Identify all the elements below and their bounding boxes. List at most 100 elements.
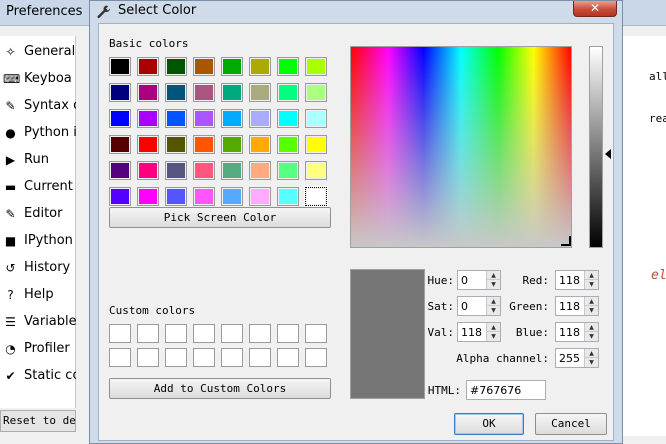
basic-color-swatch[interactable] — [305, 135, 327, 154]
custom-color-slot[interactable] — [277, 324, 299, 343]
sidebar-item-python-i[interactable]: ● Python i — [0, 121, 76, 145]
spin-up-icon[interactable]: ▲ — [585, 271, 598, 280]
basic-color-swatch[interactable] — [221, 83, 243, 102]
basic-color-swatch[interactable] — [109, 109, 131, 128]
basic-color-swatch[interactable] — [137, 57, 159, 76]
basic-color-swatch[interactable] — [193, 135, 215, 154]
basic-color-swatch[interactable] — [277, 187, 299, 206]
spin-down-icon[interactable]: ▼ — [487, 280, 500, 289]
custom-color-slot[interactable] — [137, 324, 159, 343]
hue-spinbox[interactable]: 0 ▲ ▼ — [457, 270, 501, 290]
custom-color-slot[interactable] — [277, 348, 299, 367]
custom-color-slot[interactable] — [193, 348, 215, 367]
basic-color-swatch[interactable] — [137, 187, 159, 206]
custom-color-slot[interactable] — [249, 324, 271, 343]
blue-spinbox[interactable]: 118 ▲ ▼ — [555, 322, 599, 342]
color-spectrum-picker[interactable] — [350, 46, 572, 248]
spectrum-crosshair[interactable] — [561, 236, 571, 246]
sidebar-item-current[interactable]: ▬ Current — [0, 175, 76, 199]
sidebar-item-keyboa[interactable]: ⌨ Keyboa — [0, 67, 76, 91]
basic-color-swatch[interactable] — [305, 83, 327, 102]
luminance-slider[interactable] — [589, 46, 603, 248]
sidebar-item-run[interactable]: ▶ Run — [0, 148, 76, 172]
spin-down-icon[interactable]: ▼ — [585, 358, 598, 367]
basic-color-swatch[interactable] — [305, 57, 327, 76]
basic-color-swatch[interactable] — [249, 109, 271, 128]
alpha-spinbox[interactable]: 255 ▲ ▼ — [555, 348, 599, 368]
basic-color-swatch[interactable] — [109, 187, 131, 206]
basic-color-swatch[interactable] — [165, 135, 187, 154]
spin-down-icon[interactable]: ▼ — [585, 332, 598, 341]
custom-color-slot[interactable] — [165, 324, 187, 343]
basic-color-swatch[interactable] — [249, 187, 271, 206]
spin-up-icon[interactable]: ▲ — [585, 323, 598, 332]
sidebar-item-syntax-c[interactable]: ✎ Syntax c — [0, 94, 76, 118]
basic-color-swatch[interactable] — [193, 161, 215, 180]
basic-color-swatch[interactable] — [165, 109, 187, 128]
basic-color-swatch[interactable] — [137, 135, 159, 154]
basic-color-swatch[interactable] — [221, 187, 243, 206]
custom-color-slot[interactable] — [221, 324, 243, 343]
reset-defaults-button[interactable]: Reset to def — [0, 410, 76, 432]
basic-color-swatch[interactable] — [249, 161, 271, 180]
basic-color-swatch[interactable] — [277, 161, 299, 180]
basic-color-swatch[interactable] — [277, 83, 299, 102]
green-spinbox[interactable]: 118 ▲ ▼ — [555, 296, 599, 316]
basic-color-swatch[interactable] — [109, 161, 131, 180]
custom-color-slot[interactable] — [109, 324, 131, 343]
custom-color-slot[interactable] — [305, 324, 327, 343]
basic-color-swatch[interactable] — [277, 109, 299, 128]
basic-color-swatch[interactable] — [193, 57, 215, 76]
basic-color-swatch[interactable] — [193, 83, 215, 102]
close-button[interactable]: ✕ — [573, 1, 617, 17]
sidebar-item-help[interactable]: ? Help — [0, 283, 76, 307]
basic-color-swatch[interactable] — [249, 135, 271, 154]
html-color-input[interactable]: #767676 — [466, 380, 546, 400]
basic-color-swatch[interactable] — [165, 187, 187, 206]
basic-color-swatch[interactable] — [109, 83, 131, 102]
basic-color-swatch[interactable] — [221, 109, 243, 128]
basic-color-swatch[interactable] — [249, 57, 271, 76]
basic-color-swatch[interactable] — [304, 186, 328, 207]
basic-color-swatch[interactable] — [165, 161, 187, 180]
sat-spinbox[interactable]: 0 ▲ ▼ — [457, 296, 501, 316]
basic-color-swatch[interactable] — [193, 109, 215, 128]
basic-color-swatch[interactable] — [305, 161, 327, 180]
sidebar-item-profiler[interactable]: ◔ Profiler — [0, 337, 76, 361]
basic-color-swatch[interactable] — [193, 187, 215, 206]
red-spinbox[interactable]: 118 ▲ ▼ — [555, 270, 599, 290]
custom-color-slot[interactable] — [193, 324, 215, 343]
basic-color-swatch[interactable] — [305, 109, 327, 128]
basic-color-swatch[interactable] — [137, 161, 159, 180]
basic-color-swatch[interactable] — [165, 57, 187, 76]
spin-up-icon[interactable]: ▲ — [487, 271, 500, 280]
spin-down-icon[interactable]: ▼ — [585, 280, 598, 289]
custom-color-slot[interactable] — [249, 348, 271, 367]
custom-color-slot[interactable] — [109, 348, 131, 367]
basic-color-swatch[interactable] — [109, 135, 131, 154]
spin-up-icon[interactable]: ▲ — [585, 297, 598, 306]
custom-color-slot[interactable] — [305, 348, 327, 367]
sidebar-item-history[interactable]: ↺ History — [0, 256, 76, 280]
sidebar-item-editor[interactable]: ✎ Editor — [0, 202, 76, 226]
spin-down-icon[interactable]: ▼ — [585, 306, 598, 315]
add-to-custom-colors-button[interactable]: Add to Custom Colors — [109, 378, 331, 399]
basic-color-swatch[interactable] — [221, 135, 243, 154]
custom-color-slot[interactable] — [165, 348, 187, 367]
cancel-button[interactable]: Cancel — [535, 413, 607, 435]
pick-screen-color-button[interactable]: Pick Screen Color — [109, 207, 331, 228]
basic-color-swatch[interactable] — [137, 83, 159, 102]
sidebar-item-static-co[interactable]: ✔ Static co — [0, 364, 76, 388]
custom-color-slot[interactable] — [137, 348, 159, 367]
ok-button[interactable]: OK — [454, 413, 524, 435]
basic-color-swatch[interactable] — [221, 161, 243, 180]
basic-color-swatch[interactable] — [165, 83, 187, 102]
val-spinbox[interactable]: 118 ▲ ▼ — [457, 322, 501, 342]
sidebar-item-variable[interactable]: ☰ Variable — [0, 310, 76, 334]
basic-color-swatch[interactable] — [221, 57, 243, 76]
basic-color-swatch[interactable] — [109, 57, 131, 76]
basic-color-swatch[interactable] — [277, 57, 299, 76]
basic-color-swatch[interactable] — [277, 135, 299, 154]
sidebar-item-ipython[interactable]: ■ IPython — [0, 229, 76, 253]
spin-up-icon[interactable]: ▲ — [585, 349, 598, 358]
